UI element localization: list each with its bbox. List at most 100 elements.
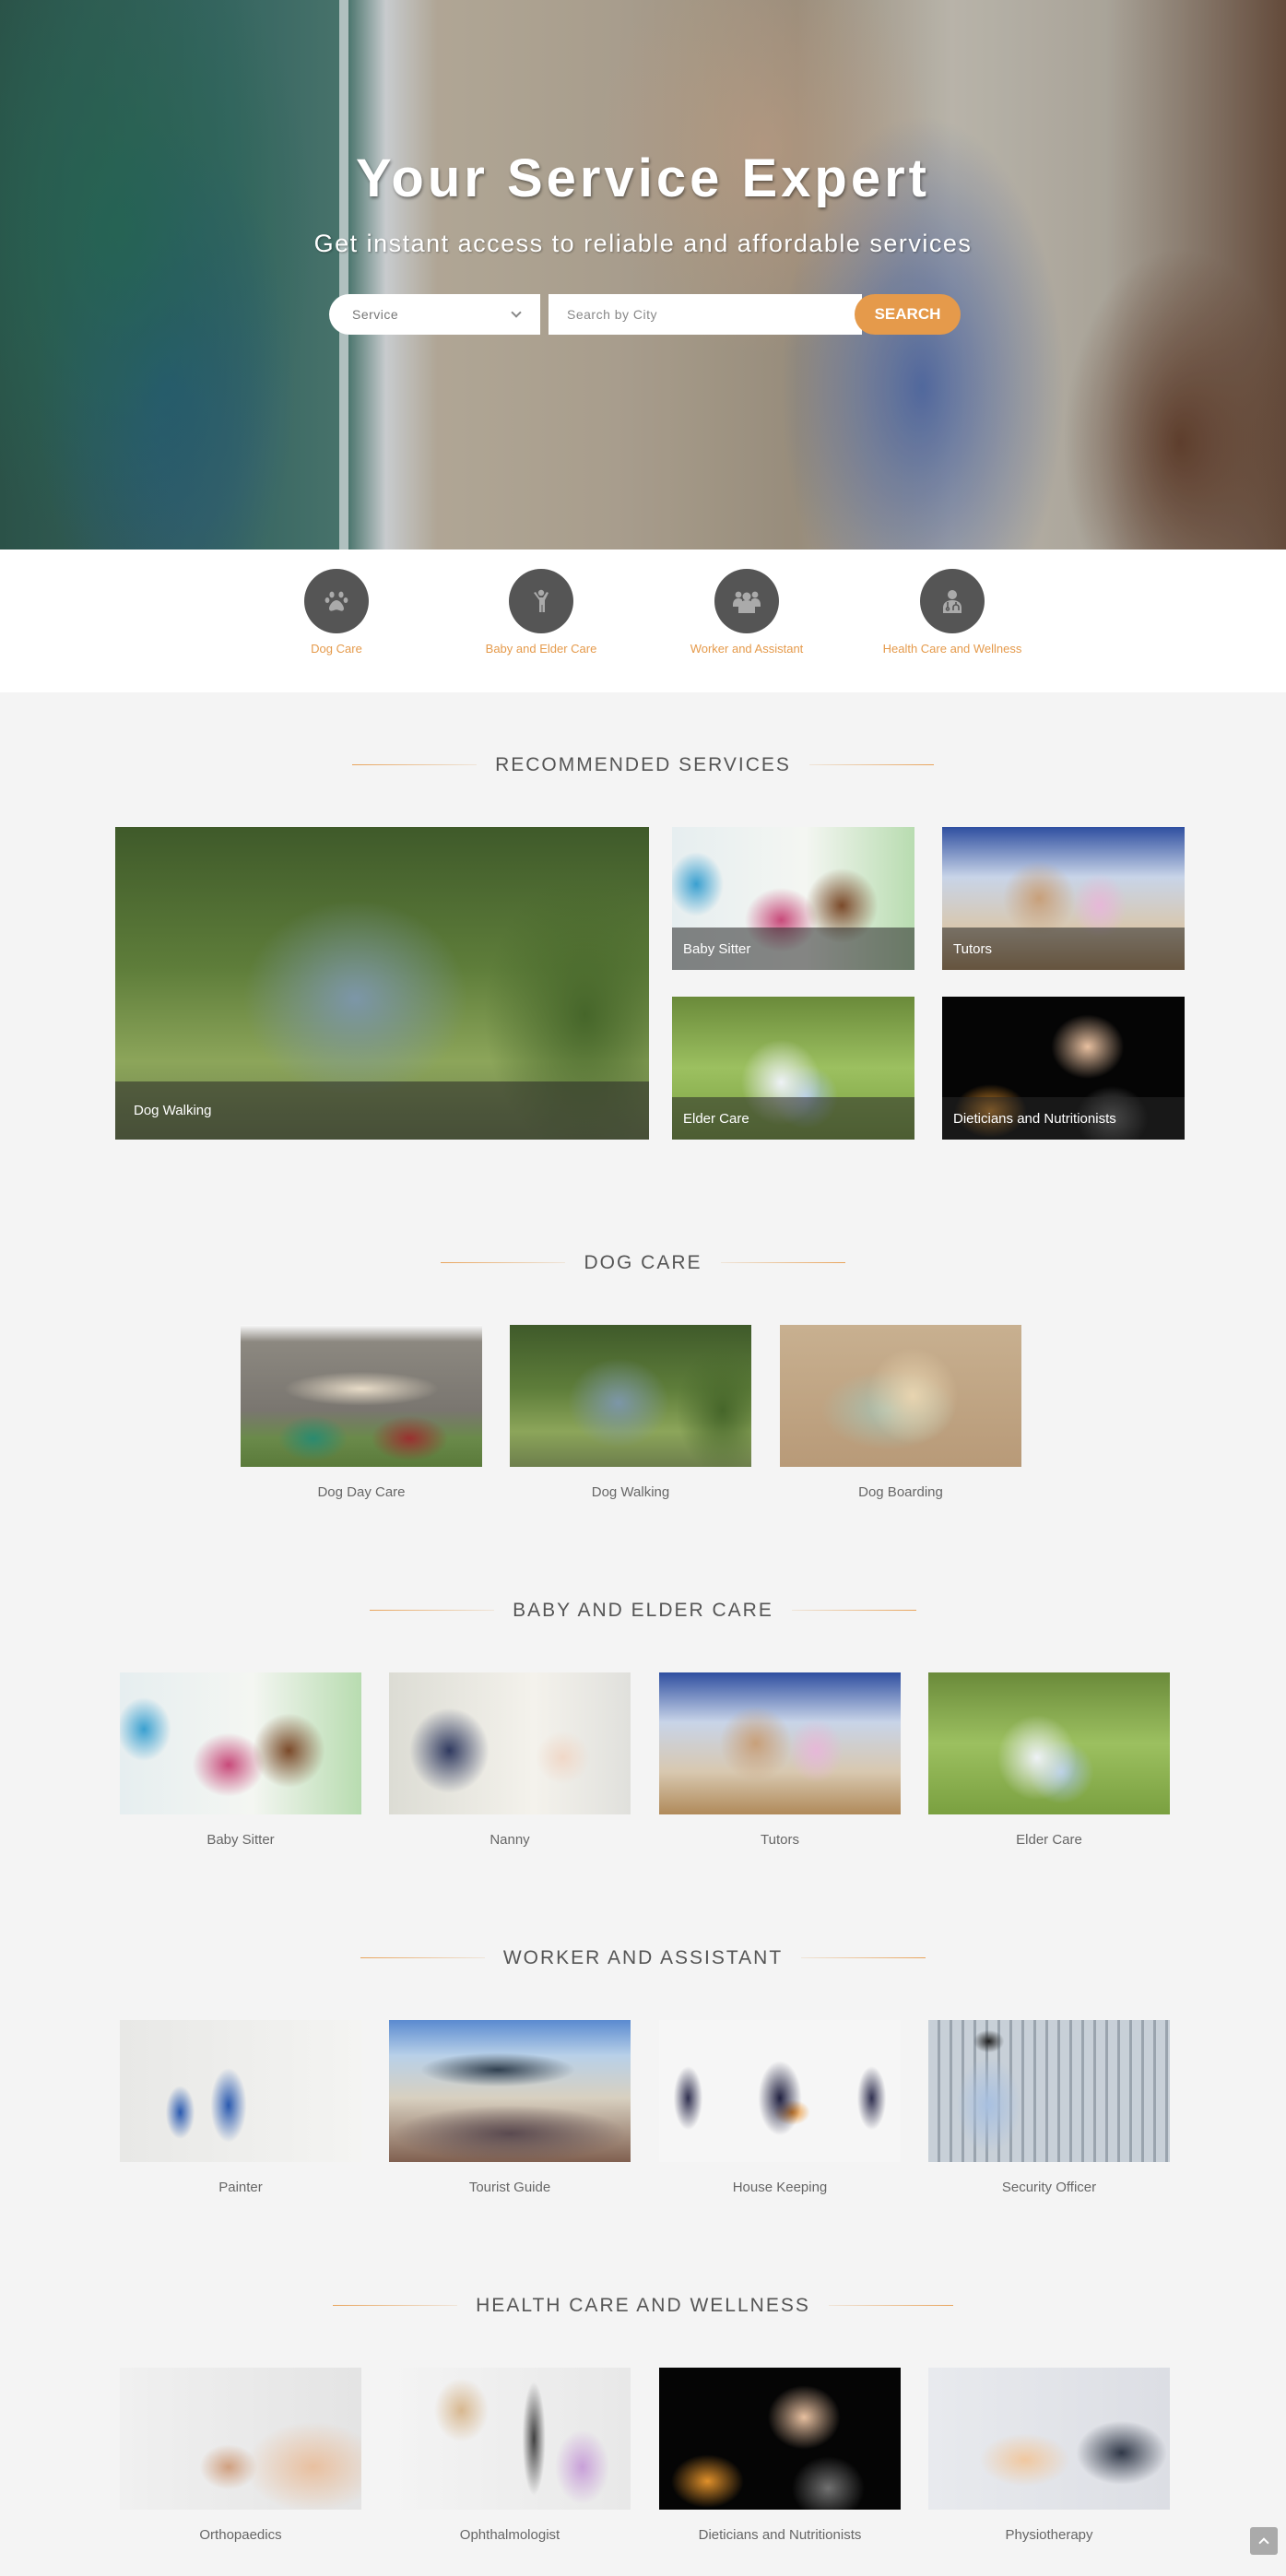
service-label: Nanny xyxy=(490,1832,530,1848)
service-label: Dog Walking xyxy=(591,1484,670,1500)
service-card[interactable]: Tutors xyxy=(659,1672,901,1848)
service-card[interactable]: Dieticians and Nutritionists xyxy=(659,2368,901,2543)
city-search-input[interactable] xyxy=(549,294,862,335)
service-image xyxy=(659,2020,901,2162)
service-card[interactable]: Ophthalmologist xyxy=(389,2368,631,2543)
service-card[interactable]: Nanny xyxy=(389,1672,631,1848)
service-card[interactable]: Dog Walking xyxy=(510,1325,751,1500)
baby-elder-heading: BABY AND ELDER CARE xyxy=(0,1599,1286,1622)
tile-label: Dieticians and Nutritionists xyxy=(953,1110,1116,1127)
service-card[interactable]: Orthopaedics xyxy=(120,2368,361,2543)
recommended-featured-tile[interactable]: Dog Walking xyxy=(115,827,649,1140)
category-worker-assistant[interactable]: Worker and Assistant xyxy=(673,569,820,656)
hero-banner: Your Service Expert Get instant access t… xyxy=(0,0,1286,549)
service-image xyxy=(389,2368,631,2510)
tile-caption-bar: Dieticians and Nutritionists xyxy=(942,1097,1185,1140)
tile-label: Dog Walking xyxy=(134,1103,212,1118)
service-label: Orthopaedics xyxy=(199,2527,282,2543)
service-label: Tourist Guide xyxy=(468,2180,551,2195)
service-card[interactable]: House Keeping xyxy=(659,2020,901,2195)
service-label: Dog Day Care xyxy=(317,1484,406,1500)
category-icon-circle xyxy=(304,569,369,633)
category-label: Dog Care xyxy=(311,642,362,656)
divider-line xyxy=(352,764,478,765)
service-image xyxy=(120,1672,361,1814)
divider-line xyxy=(720,1262,845,1263)
service-card[interactable]: Security Officer xyxy=(928,2020,1170,2195)
service-select-value: Service xyxy=(352,307,399,322)
divider-line xyxy=(808,764,934,765)
service-image xyxy=(928,1672,1170,1814)
service-card[interactable]: Physiotherapy xyxy=(928,2368,1170,2543)
service-label: Baby Sitter xyxy=(206,1832,275,1848)
hero-title: Your Service Expert xyxy=(356,148,930,208)
service-image xyxy=(928,2368,1170,2510)
tile-label: Baby Sitter xyxy=(683,940,751,957)
tile-caption-bar: Baby Sitter xyxy=(672,928,914,970)
search-button[interactable]: SEARCH xyxy=(855,294,961,335)
tile-label: Tutors xyxy=(953,940,992,957)
service-select[interactable]: Service xyxy=(329,294,540,335)
service-image xyxy=(659,1672,901,1814)
service-image xyxy=(928,2020,1170,2162)
service-label: Security Officer xyxy=(1001,2180,1097,2195)
paw-icon xyxy=(324,591,348,611)
service-card[interactable]: Dog Boarding xyxy=(780,1325,1021,1500)
service-image xyxy=(780,1325,1021,1467)
service-label: Ophthalmologist xyxy=(459,2527,560,2543)
service-card[interactable]: Baby Sitter xyxy=(120,1672,361,1848)
recommended-heading: RECOMMENDED SERVICES xyxy=(0,753,1286,776)
chevron-down-icon xyxy=(511,307,522,318)
service-image xyxy=(389,1672,631,1814)
divider-line xyxy=(333,2305,458,2306)
service-image xyxy=(510,1325,751,1467)
category-label: Baby and Elder Care xyxy=(485,642,597,656)
divider-line xyxy=(828,2305,953,2306)
section-title: BABY AND ELDER CARE xyxy=(513,1599,773,1621)
service-label: Physiotherapy xyxy=(1005,2527,1093,2543)
chevron-up-icon xyxy=(1258,2537,1269,2548)
section-title: RECOMMENDED SERVICES xyxy=(495,753,791,775)
category-icon-circle xyxy=(509,569,573,633)
category-icon-circle xyxy=(714,569,779,633)
service-image xyxy=(120,2368,361,2510)
service-label: Tutors xyxy=(761,1832,799,1848)
section-title: DOG CARE xyxy=(584,1251,702,1273)
service-label: Elder Care xyxy=(1016,1832,1082,1848)
tile-caption-bar: Tutors xyxy=(942,928,1185,970)
recommended-tile[interactable]: Tutors xyxy=(942,827,1185,970)
divider-line xyxy=(370,1610,495,1611)
recommended-tile[interactable]: Baby Sitter xyxy=(672,827,914,970)
service-image xyxy=(241,1325,482,1467)
recommended-tile[interactable]: Dieticians and Nutritionists xyxy=(942,997,1185,1140)
users-icon xyxy=(733,591,761,613)
hero-subtitle: Get instant access to reliable and affor… xyxy=(313,230,973,257)
section-title: HEALTH CARE AND WELLNESS xyxy=(476,2294,810,2316)
service-image xyxy=(120,2020,361,2162)
service-card[interactable]: Tourist Guide xyxy=(389,2020,631,2195)
category-label: Health Care and Wellness xyxy=(882,642,1022,656)
divider-line xyxy=(791,1610,916,1611)
category-health-wellness[interactable]: Health Care and Wellness xyxy=(879,569,1026,656)
category-dog-care[interactable]: Dog Care xyxy=(263,569,410,656)
doctor-icon xyxy=(943,590,962,613)
service-card[interactable]: Dog Day Care xyxy=(241,1325,482,1500)
divider-line xyxy=(360,1957,485,1958)
service-card[interactable]: Elder Care xyxy=(928,1672,1170,1848)
child-icon xyxy=(534,589,549,612)
section-title: WORKER AND ASSISTANT xyxy=(502,1946,784,1968)
recommended-tile[interactable]: Elder Care xyxy=(672,997,914,1140)
service-label: Dieticians and Nutritionists xyxy=(698,2527,862,2543)
scroll-to-top-button[interactable] xyxy=(1250,2527,1278,2555)
worker-heading: WORKER AND ASSISTANT xyxy=(0,1946,1286,1969)
tile-label: Elder Care xyxy=(683,1110,749,1127)
dog-care-heading: DOG CARE xyxy=(0,1251,1286,1274)
service-card[interactable]: Painter xyxy=(120,2020,361,2195)
category-strip: Dog Care Baby and Elder Care Worker and … xyxy=(0,549,1286,692)
tile-caption-bar: Dog Walking xyxy=(115,1081,649,1140)
divider-line xyxy=(441,1262,566,1263)
service-label: Painter xyxy=(218,2180,263,2195)
category-baby-elder-care[interactable]: Baby and Elder Care xyxy=(467,569,615,656)
tile-caption-bar: Elder Care xyxy=(672,1097,914,1140)
category-label: Worker and Assistant xyxy=(690,642,804,656)
